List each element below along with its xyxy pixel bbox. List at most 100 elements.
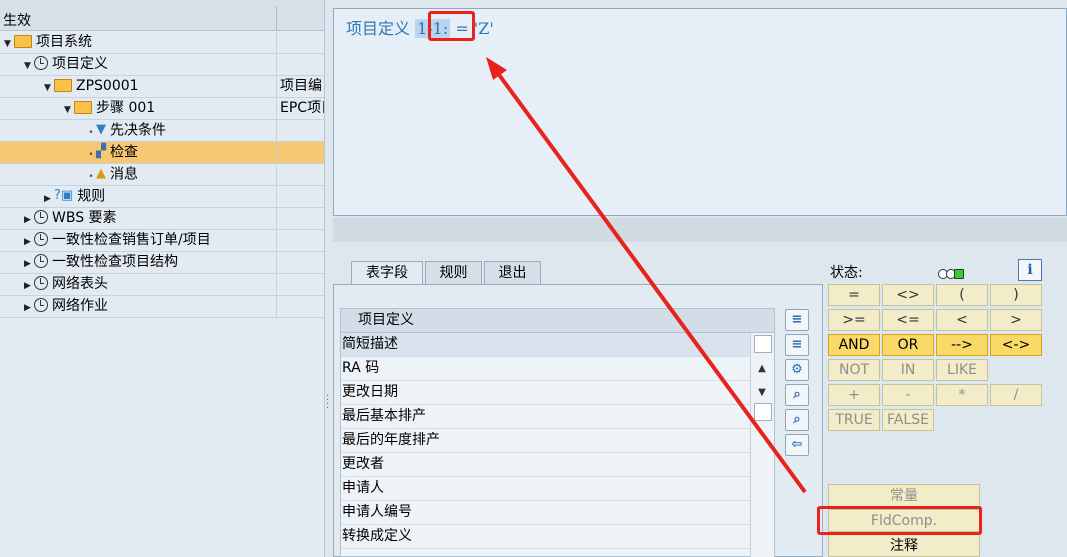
op-or-button[interactable]: OR xyxy=(882,334,934,356)
tree-node-label: 步骤 001 xyxy=(96,100,156,116)
tree-node-network-header[interactable]: ▶ 网络表头 xyxy=(0,274,324,297)
tree-col2 xyxy=(276,54,324,76)
list-item[interactable]: 更改日期 xyxy=(341,381,750,405)
tree-node-rules[interactable]: ▶ ?▣ 规则 xyxy=(0,186,324,210)
op-like-button[interactable]: LIKE xyxy=(936,359,988,381)
clock-icon xyxy=(34,276,48,290)
tab-rules[interactable]: 规则 xyxy=(425,261,482,284)
op-equiv-button[interactable]: <-> xyxy=(990,334,1042,356)
op-lt-button[interactable]: < xyxy=(936,309,988,331)
collapse-arrow-icon[interactable]: ▶ xyxy=(44,189,54,210)
check-structure-icon: ▞ xyxy=(96,144,106,159)
tree-col2 xyxy=(276,208,324,230)
tree-node-project-definition[interactable]: ▼ 项目定义 xyxy=(0,54,324,77)
tree-node-label: 先决条件 xyxy=(110,122,166,139)
editor-footer xyxy=(333,218,1067,242)
collapse-arrow-icon[interactable]: ▶ xyxy=(24,210,34,231)
formula-prefix: 项目定义 xyxy=(346,19,416,38)
tree-col2 xyxy=(276,252,324,274)
tree-col2 xyxy=(276,142,324,164)
find-next-icon[interactable]: ⌕ xyxy=(785,409,809,431)
list-item[interactable]: 转换成定义 xyxy=(341,525,750,549)
tree-col2 xyxy=(276,120,324,142)
move-top-icon[interactable]: ≡ xyxy=(785,309,809,331)
status-label: 状态: xyxy=(830,265,863,281)
tree-node-check[interactable]: • ▞ 检查 xyxy=(0,142,324,164)
collapse-arrow-icon[interactable]: ▶ xyxy=(24,232,34,253)
list-item[interactable]: 最后基本排产 xyxy=(341,405,750,429)
scrollbar[interactable]: ▲ ▼ xyxy=(750,333,774,557)
op-in-button[interactable]: IN xyxy=(882,359,934,381)
tree-node-step-001[interactable]: ▼ 步骤 001 EPC项目 xyxy=(0,98,324,121)
collapse-arrow-icon[interactable]: ▶ xyxy=(24,254,34,275)
expand-arrow-icon[interactable]: ▼ xyxy=(64,100,74,121)
op-and-button[interactable]: AND xyxy=(828,334,880,356)
op-notequal-button[interactable]: <> xyxy=(882,284,934,306)
scroll-up-icon[interactable]: ▲ xyxy=(754,363,770,374)
op-false-button[interactable]: FALSE xyxy=(882,409,934,431)
tools-settings-icon[interactable]: ⚙ xyxy=(785,359,809,381)
clock-icon xyxy=(34,254,48,268)
tree-node-network-activity[interactable]: ▶ 网络作业 xyxy=(0,296,324,319)
tree-col2 xyxy=(276,32,324,54)
tree-node-label: 检查 xyxy=(110,144,138,161)
expand-arrow-icon[interactable]: ▼ xyxy=(4,34,14,55)
scroll-select-box[interactable] xyxy=(754,403,772,421)
op-true-button[interactable]: TRUE xyxy=(828,409,880,431)
tab-exit[interactable]: 退出 xyxy=(484,261,541,284)
collapse-arrow-icon[interactable]: ▶ xyxy=(24,276,34,297)
op-implies-button[interactable]: --> xyxy=(936,334,988,356)
tree-node-label: 项目定义 xyxy=(52,56,108,72)
op-equal-button[interactable]: = xyxy=(828,284,880,306)
tab-table-fields[interactable]: 表字段 xyxy=(351,261,423,284)
list-item[interactable]: RA 码 xyxy=(341,357,750,381)
tree-node-zps0001[interactable]: ▼ ZPS0001 项目编 xyxy=(0,76,324,99)
tab-label: 表字段 xyxy=(366,265,408,281)
tree-col2: 项目编 xyxy=(276,76,324,98)
list-item[interactable]: 最后的年度排产 xyxy=(341,429,750,453)
constant-button[interactable]: 常量 xyxy=(828,484,980,507)
tree-header: 生效 xyxy=(0,0,324,31)
op-not-button[interactable]: NOT xyxy=(828,359,880,381)
tree-col2 xyxy=(276,186,324,208)
tree-node-label: 一致性检查项目结构 xyxy=(52,254,178,270)
op-minus-button[interactable]: - xyxy=(882,384,934,406)
tree-header-title: 生效 xyxy=(3,13,31,29)
find-icon[interactable]: ⌕ xyxy=(785,384,809,406)
scroll-select-box[interactable] xyxy=(754,335,772,353)
move-bottom-icon[interactable]: ≡ xyxy=(785,334,809,356)
tab-label: 退出 xyxy=(498,265,527,281)
tree-col2 xyxy=(276,164,324,186)
tree-node-label: 一致性检查销售订单/项目 xyxy=(52,232,211,248)
op-rparen-button[interactable]: ) xyxy=(990,284,1042,306)
tree-node-consistency-sales[interactable]: ▶ 一致性检查销售订单/项目 xyxy=(0,230,324,253)
list-item[interactable]: 申请人编号 xyxy=(341,501,750,525)
tree-node-wbs[interactable]: ▶ WBS 要素 xyxy=(0,208,324,231)
field-list: 项目定义 简短描述 RA 码 更改日期 最后基本排产 最后的年度排产 更改者 申… xyxy=(340,308,775,557)
splitter[interactable]: · · · · xyxy=(325,0,333,557)
collapse-arrow-icon[interactable]: ▶ xyxy=(24,298,34,319)
list-item[interactable]: 更改者 xyxy=(341,453,750,477)
column-divider[interactable] xyxy=(276,6,277,31)
op-lparen-button[interactable]: ( xyxy=(936,284,988,306)
tree-node-prerequisite[interactable]: • ▼ 先决条件 xyxy=(0,120,324,142)
op-divide-button[interactable]: / xyxy=(990,384,1042,406)
list-item[interactable]: 申请人 xyxy=(341,477,750,501)
op-plus-button[interactable]: + xyxy=(828,384,880,406)
tree-node-project-system[interactable]: ▼ 项目系统 xyxy=(0,32,324,55)
op-gt-button[interactable]: > xyxy=(990,309,1042,331)
op-multiply-button[interactable]: * xyxy=(936,384,988,406)
back-arrow-icon[interactable]: ⇦ xyxy=(785,434,809,456)
expand-arrow-icon[interactable]: ▼ xyxy=(44,78,54,99)
tree-node-message[interactable]: • ▲ 消息 xyxy=(0,164,324,186)
filter-icon: ▼ xyxy=(96,122,106,137)
info-icon[interactable]: i xyxy=(1018,259,1042,281)
tree-node-label: 网络表头 xyxy=(52,276,108,292)
list-item[interactable]: 简短描述 xyxy=(341,333,750,357)
tree-node-consistency-structure[interactable]: ▶ 一致性检查项目结构 xyxy=(0,252,324,275)
expand-arrow-icon[interactable]: ▼ xyxy=(24,56,34,77)
comment-button[interactable]: 注释 xyxy=(828,534,980,557)
op-gte-button[interactable]: >= xyxy=(828,309,880,331)
op-lte-button[interactable]: <= xyxy=(882,309,934,331)
scroll-down-icon[interactable]: ▼ xyxy=(754,387,770,398)
